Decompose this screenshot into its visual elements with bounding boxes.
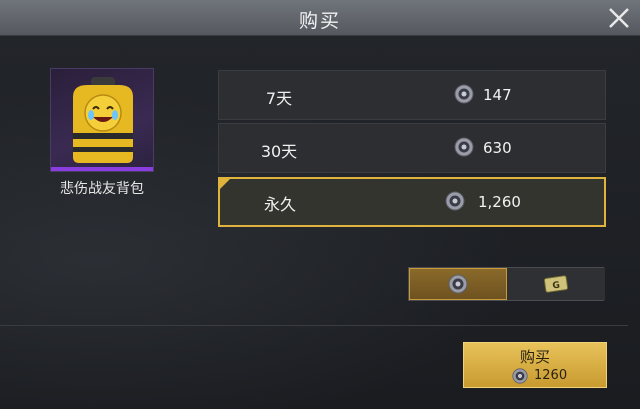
coin-icon (448, 274, 468, 294)
option-label: 永久 (263, 195, 296, 214)
currency-uc-button[interactable] (409, 268, 507, 300)
option-label: 7天 (265, 89, 293, 108)
option-30-days[interactable]: 30天 630 (218, 123, 606, 173)
buy-button-label: 购买 (519, 348, 550, 366)
coin-icon (454, 84, 474, 104)
coupon-icon: G (543, 275, 569, 293)
svg-text:G: G (552, 281, 561, 292)
close-button[interactable] (606, 5, 632, 31)
buy-button[interactable]: 购买 1260 (463, 342, 607, 388)
option-label: 30天 (260, 142, 298, 161)
currency-coupon-button[interactable]: G (507, 268, 605, 300)
backpack-icon (73, 77, 133, 163)
footer-divider (0, 325, 628, 326)
option-price: 147 (483, 86, 512, 104)
item-thumbnail (50, 68, 154, 172)
coin-icon (454, 137, 474, 157)
title-bar: 购买 (0, 0, 640, 36)
selected-check-icon (218, 177, 232, 191)
close-icon (609, 8, 629, 28)
option-price: 630 (483, 139, 512, 157)
dialog-title: 购买 (298, 10, 341, 32)
rarity-bar (51, 167, 153, 171)
currency-toggle: G (408, 267, 605, 301)
option-permanent[interactable]: 永久 1,260 (218, 177, 606, 227)
item-name: 悲伤战友背包 (60, 181, 144, 197)
coin-icon (445, 191, 465, 211)
option-7-days[interactable]: 7天 147 (218, 70, 606, 120)
coin-icon (512, 368, 528, 384)
option-price: 1,260 (478, 193, 521, 211)
buy-button-price: 1260 (534, 368, 568, 383)
